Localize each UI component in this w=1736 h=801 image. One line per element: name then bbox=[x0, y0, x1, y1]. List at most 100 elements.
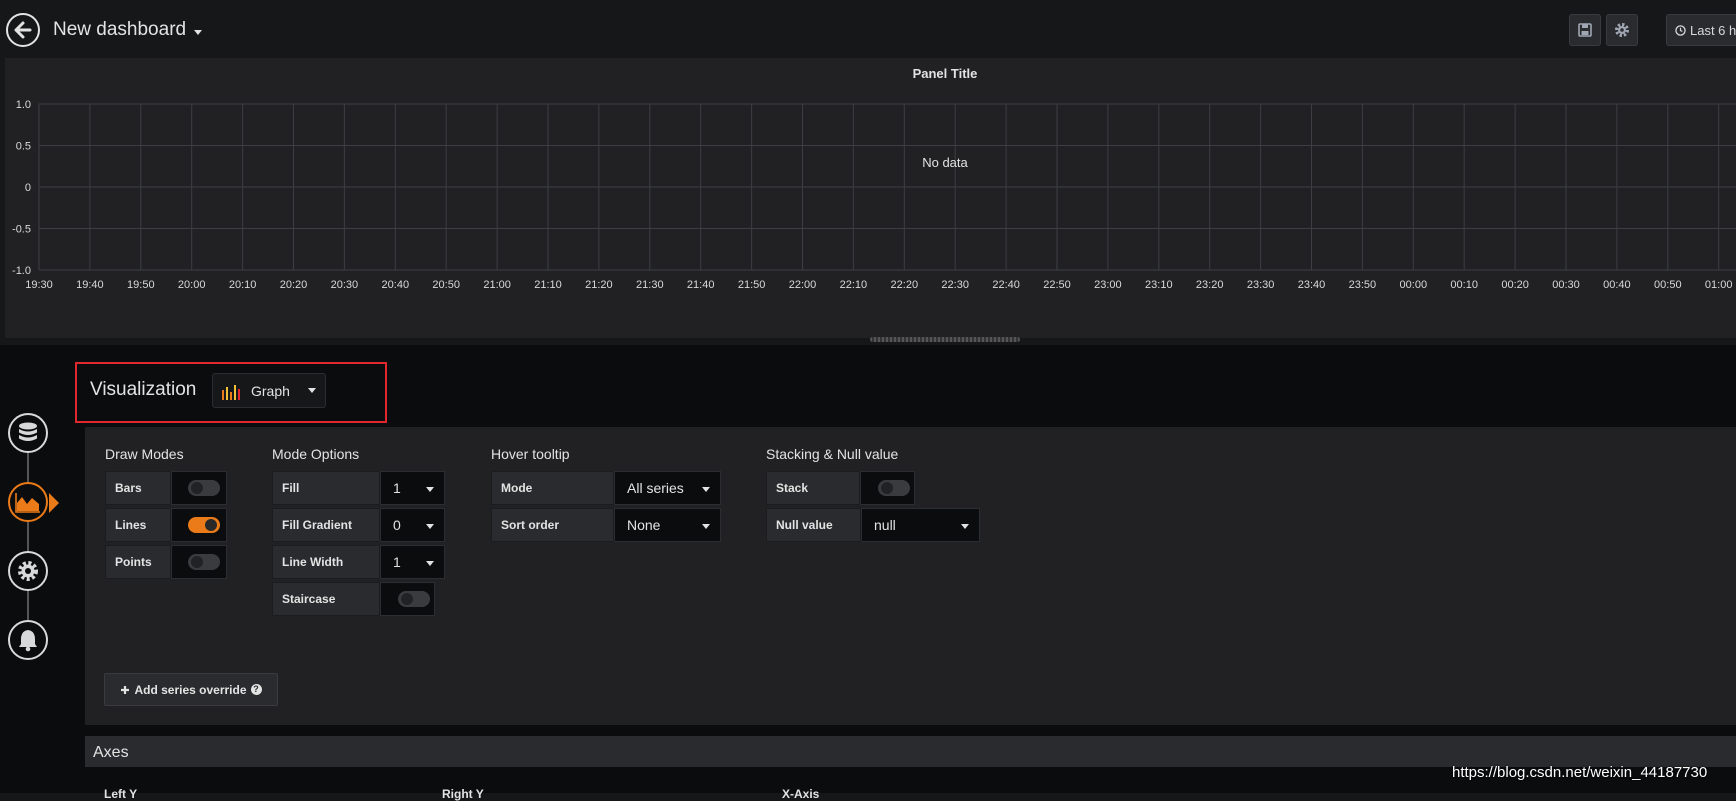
visualization-picker[interactable]: Graph bbox=[212, 373, 326, 408]
y-tick-label: 0 bbox=[25, 182, 31, 194]
x-tick-label: 21:10 bbox=[534, 279, 562, 291]
add-series-override-button[interactable]: Add series override ? bbox=[104, 673, 278, 706]
graph-viz-icon bbox=[222, 384, 240, 400]
x-tick-label: 22:20 bbox=[891, 279, 919, 291]
draw-mode-points-row: Points bbox=[105, 545, 227, 579]
staircase-toggle[interactable] bbox=[380, 582, 435, 616]
line-width-label: Line Width bbox=[272, 545, 380, 579]
fill-gradient-row: Fill Gradient 0 bbox=[272, 508, 445, 542]
x-tick-label: 21:50 bbox=[738, 279, 766, 291]
staircase-label: Staircase bbox=[272, 582, 380, 616]
x-tick-label: 23:00 bbox=[1094, 279, 1122, 291]
x-tick-label: 22:30 bbox=[941, 279, 969, 291]
null-value-label: Null value bbox=[766, 508, 861, 542]
panel-resize-handle[interactable] bbox=[870, 337, 1020, 342]
gears-icon bbox=[18, 561, 38, 581]
sort-order-row: Sort order None bbox=[491, 508, 721, 542]
fill-row: Fill 1 bbox=[272, 471, 445, 505]
y-tick-label: 1.0 bbox=[16, 99, 31, 111]
active-tab-indicator bbox=[49, 493, 59, 513]
x-tick-label: 00:40 bbox=[1603, 279, 1631, 291]
visualization-label: Visualization bbox=[90, 379, 197, 400]
null-value-value: null bbox=[874, 517, 896, 533]
lines-toggle[interactable] bbox=[171, 508, 227, 542]
queries-tab-button[interactable] bbox=[8, 413, 48, 453]
x-tick-label: 19:50 bbox=[127, 279, 155, 291]
x-tick-label: 00:30 bbox=[1552, 279, 1580, 291]
axes-title: Axes bbox=[93, 744, 129, 761]
x-tick-label: 01:00 bbox=[1705, 279, 1733, 291]
x-axis-heading: X-Axis bbox=[782, 787, 820, 801]
stack-label: Stack bbox=[766, 471, 860, 505]
fill-value: 1 bbox=[393, 480, 401, 496]
sort-order-select[interactable]: None bbox=[614, 508, 721, 542]
sort-order-value: None bbox=[627, 517, 661, 533]
draw-modes-heading: Draw Modes bbox=[105, 446, 184, 462]
help-icon[interactable]: ? bbox=[250, 684, 262, 695]
y-tick-label: -0.5 bbox=[12, 224, 31, 236]
x-tick-label: 20:50 bbox=[432, 279, 460, 291]
x-tick-label: 21:00 bbox=[483, 279, 511, 291]
plus-icon bbox=[121, 685, 130, 694]
bars-toggle[interactable] bbox=[171, 471, 227, 505]
tooltip-mode-row: Mode All series bbox=[491, 471, 721, 505]
sort-order-label: Sort order bbox=[491, 508, 614, 542]
fill-select[interactable]: 1 bbox=[380, 471, 445, 505]
x-tick-label: 21:30 bbox=[636, 279, 664, 291]
panel-title: Panel Title bbox=[913, 66, 978, 81]
chevron-down-icon bbox=[961, 524, 969, 529]
bars-label: Bars bbox=[105, 471, 171, 505]
draw-mode-bars-row: Bars bbox=[105, 471, 227, 505]
x-tick-label: 23:20 bbox=[1196, 279, 1224, 291]
chevron-down-icon bbox=[426, 561, 434, 566]
mode-options-heading: Mode Options bbox=[272, 446, 360, 462]
left-y-heading: Left Y bbox=[104, 787, 138, 801]
visualization-tab-button[interactable] bbox=[8, 482, 48, 522]
x-tick-label: 00:10 bbox=[1450, 279, 1478, 291]
database-icon bbox=[19, 422, 37, 441]
lines-label: Lines bbox=[105, 508, 171, 542]
tooltip-mode-select[interactable]: All series bbox=[614, 471, 721, 505]
fill-gradient-value: 0 bbox=[393, 517, 401, 533]
bell-icon bbox=[19, 630, 37, 652]
line-width-row: Line Width 1 bbox=[272, 545, 445, 579]
tooltip-mode-value: All series bbox=[627, 480, 684, 496]
null-value-select[interactable]: null bbox=[861, 508, 980, 542]
x-tick-label: 22:50 bbox=[1043, 279, 1071, 291]
right-y-heading: Right Y bbox=[442, 787, 484, 801]
x-tick-label: 20:30 bbox=[331, 279, 359, 291]
rail-connector bbox=[27, 450, 29, 645]
y-tick-label: -1.0 bbox=[12, 265, 31, 277]
chevron-down-icon bbox=[426, 524, 434, 529]
line-width-select[interactable]: 1 bbox=[380, 545, 445, 579]
general-tab-button[interactable] bbox=[8, 551, 48, 591]
fill-gradient-label: Fill Gradient bbox=[272, 508, 380, 542]
x-tick-label: 20:00 bbox=[178, 279, 206, 291]
visualization-selected: Graph bbox=[251, 382, 290, 399]
x-tick-label: 20:10 bbox=[229, 279, 257, 291]
y-tick-label: 0.5 bbox=[16, 141, 31, 153]
fill-label: Fill bbox=[272, 471, 380, 505]
null-value-row: Null value null bbox=[766, 508, 980, 542]
alert-tab-button[interactable] bbox=[8, 620, 48, 660]
x-tick-label: 20:20 bbox=[280, 279, 308, 291]
x-tick-label: 23:10 bbox=[1145, 279, 1173, 291]
x-tick-label: 00:50 bbox=[1654, 279, 1682, 291]
stack-toggle[interactable] bbox=[860, 471, 915, 505]
tooltip-mode-label: Mode bbox=[491, 471, 614, 505]
points-toggle[interactable] bbox=[171, 545, 227, 579]
x-tick-label: 22:10 bbox=[840, 279, 868, 291]
chevron-down-icon bbox=[307, 388, 316, 393]
chevron-down-icon bbox=[426, 487, 434, 492]
x-tick-label: 23:40 bbox=[1298, 279, 1326, 291]
fill-gradient-select[interactable]: 0 bbox=[380, 508, 445, 542]
graph-chart: Panel Title 1.0 0.5 0 -0.5 -1.0 19:30 19:40 19:5… bbox=[12, 66, 1736, 291]
x-tick-label: 22:00 bbox=[789, 279, 817, 291]
x-tick-label: 00:20 bbox=[1501, 279, 1529, 291]
x-tick-label: 19:30 bbox=[25, 279, 53, 291]
x-tick-label: 20:40 bbox=[382, 279, 410, 291]
x-tick-label: 00:00 bbox=[1400, 279, 1428, 291]
axes-section-header[interactable] bbox=[85, 736, 1736, 767]
x-tick-label: 21:20 bbox=[585, 279, 613, 291]
line-width-value: 1 bbox=[393, 554, 401, 570]
